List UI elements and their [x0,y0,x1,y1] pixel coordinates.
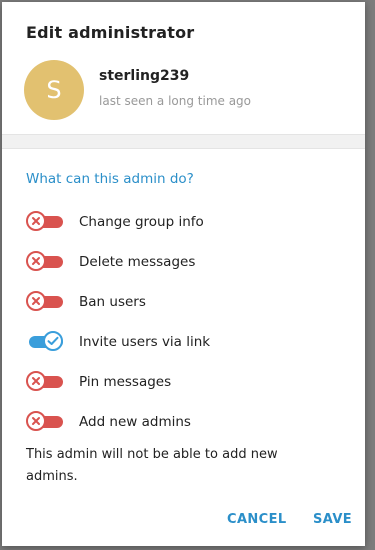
toggle-invite-users[interactable] [26,330,63,354]
permission-pin-messages[interactable]: Pin messages [26,362,346,402]
permission-add-new-admins[interactable]: Add new admins [26,402,346,442]
permission-delete-messages[interactable]: Delete messages [26,242,346,282]
toggle-add-new-admins[interactable] [26,410,63,434]
avatar: S [24,60,84,120]
permission-label: Ban users [79,294,146,310]
x-icon [26,211,46,231]
cancel-button[interactable]: CANCEL [227,512,287,527]
toggle-pin-messages[interactable] [26,370,63,394]
avatar-letter: S [46,76,62,104]
edit-admin-dialog: Edit administrator S sterling239 last se… [2,2,365,546]
toggle-ban-users[interactable] [26,290,63,314]
permission-change-group-info[interactable]: Change group info [26,202,346,242]
permission-label: Pin messages [79,374,172,390]
permissions-heading: What can this admin do? [26,171,194,187]
toggle-delete-messages[interactable] [26,250,63,274]
permission-label: Delete messages [79,254,196,270]
check-icon [43,331,63,351]
x-icon [26,371,46,391]
permission-label: Add new admins [79,414,191,430]
permission-invite-users[interactable]: Invite users via link [26,322,346,362]
permission-ban-users[interactable]: Ban users [26,282,346,322]
toggle-change-group-info[interactable] [26,210,63,234]
user-name: sterling239 [99,68,190,84]
x-icon [26,411,46,431]
permissions-list: Change group info Delete messages Ban us… [26,202,346,442]
dialog-title: Edit administrator [26,23,195,42]
x-icon [26,251,46,271]
permission-label: Invite users via link [79,334,211,350]
save-button[interactable]: SAVE [313,512,352,527]
section-divider [2,134,365,149]
user-status: last seen a long time ago [99,94,252,108]
permission-label: Change group info [79,214,204,230]
x-icon [26,291,46,311]
admin-note: This admin will not be able to add new a… [26,447,278,484]
